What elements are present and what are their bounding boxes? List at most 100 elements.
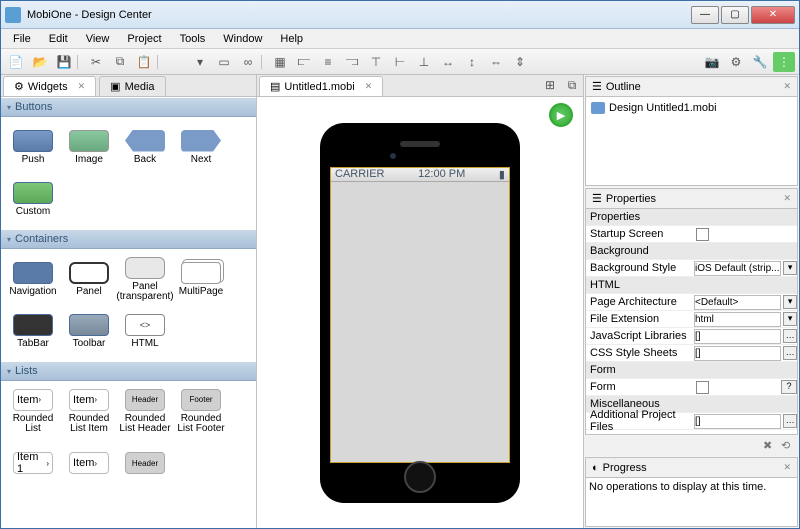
maximize-button[interactable]: ▢ [721, 6, 749, 24]
save-icon[interactable]: 💾 [53, 52, 75, 72]
help-button[interactable]: ? [781, 380, 797, 394]
pagearch-select[interactable] [694, 295, 781, 310]
close-icon[interactable]: ✕ [365, 81, 373, 92]
menu-tools[interactable]: Tools [172, 31, 214, 47]
widget-list-row2[interactable]: Item › [61, 437, 117, 489]
editor-tab[interactable]: ▤ Untitled1.mobi ✕ [259, 76, 383, 96]
menu-help[interactable]: Help [272, 31, 311, 47]
left-panel: ⚙ Widgets ✕ ▣ Media Buttons Push Image B… [1, 75, 257, 528]
menu-view[interactable]: View [78, 31, 118, 47]
close-button[interactable]: ✕ [751, 6, 795, 24]
css-input[interactable] [694, 346, 781, 361]
clear-icon[interactable]: ⟲ [781, 439, 795, 453]
close-icon[interactable]: ✕ [783, 81, 791, 92]
dropdown-icon[interactable]: ▾ [783, 312, 797, 326]
widget-rounded-list-footer[interactable]: FooterRounded List Footer [173, 385, 229, 437]
section-buttons[interactable]: Buttons [1, 97, 256, 117]
gear-icon[interactable]: ⚙ [725, 52, 747, 72]
device-icon[interactable]: ▭ [213, 52, 235, 72]
align-center-icon[interactable]: ≡ [317, 52, 339, 72]
menu-file[interactable]: File [5, 31, 39, 47]
wifi-icon[interactable]: ⋮ [773, 52, 795, 72]
addfiles-input[interactable] [694, 414, 781, 429]
tab-widgets[interactable]: ⚙ Widgets ✕ [3, 76, 96, 96]
close-icon[interactable]: ✕ [783, 193, 791, 204]
widgets-icon: ⚙ [14, 80, 24, 93]
menu-project[interactable]: Project [119, 31, 169, 47]
toolbar: 📄 📂 💾 ✂ ⧉ 📋 ▾ ▭ ∞ ▦ ⫍ ≡ ⫎ ⊤ ⊢ ⊥ ↔ ↕ ⇔ ⇕ … [1, 49, 799, 75]
widget-list-row[interactable]: Item 1 › [5, 437, 61, 489]
widget-rounded-list[interactable]: Item ›Rounded List [5, 385, 61, 437]
fileext-select[interactable] [694, 312, 781, 327]
progress-pane: ◐ Progress ✕ No operations to display at… [585, 457, 798, 527]
align-left-icon[interactable]: ⫍ [293, 52, 315, 72]
open-icon[interactable]: 📂 [29, 52, 51, 72]
tab-more-icon[interactable]: ⧉ [561, 75, 583, 95]
editor-tabs: ▤ Untitled1.mobi ✕ ⊞ ⧉ [257, 75, 583, 97]
align-middle-icon[interactable]: ⊢ [389, 52, 411, 72]
browse-button[interactable]: … [783, 414, 797, 428]
copy-icon[interactable]: ⧉ [109, 52, 131, 72]
widget-next[interactable]: Next [173, 121, 229, 173]
widget-navigation[interactable]: Navigation [5, 253, 61, 305]
widget-panel-transparent[interactable]: Panel (transparent) [117, 253, 173, 305]
carrier-label: CARRIER [335, 168, 385, 180]
wrench-icon[interactable]: 🔧 [749, 52, 771, 72]
widget-rounded-list-item[interactable]: Item ›Rounded List Item [61, 385, 117, 437]
widget-multipage[interactable]: MultiPage [173, 253, 229, 305]
same-height-icon[interactable]: ⇕ [509, 52, 531, 72]
menu-edit[interactable]: Edit [41, 31, 76, 47]
outline-item[interactable]: Design Untitled1.mobi [589, 100, 794, 116]
close-icon[interactable]: ✕ [783, 462, 791, 473]
dropdown-icon[interactable]: ▾ [189, 52, 211, 72]
browse-button[interactable]: … [783, 329, 797, 343]
play-button[interactable]: ▶ [549, 103, 573, 127]
dropdown-icon[interactable]: ▾ [783, 295, 797, 309]
dist-h-icon[interactable]: ↔ [437, 52, 459, 72]
grid-icon[interactable]: ▦ [269, 52, 291, 72]
same-width-icon[interactable]: ⇔ [485, 52, 507, 72]
widget-custom[interactable]: Custom [5, 173, 61, 225]
widget-list-header2[interactable]: Header [117, 437, 173, 489]
section-containers[interactable]: Containers [1, 229, 256, 249]
camera-icon[interactable]: 📷 [701, 52, 723, 72]
bgstyle-select[interactable] [694, 261, 781, 276]
cancel-icon[interactable]: ✖ [763, 439, 777, 453]
startup-checkbox[interactable] [696, 228, 709, 241]
close-icon[interactable]: ✕ [78, 81, 86, 92]
browse-button[interactable]: … [783, 346, 797, 360]
align-top-icon[interactable]: ⊤ [365, 52, 387, 72]
widget-html[interactable]: <>HTML [117, 305, 173, 357]
widget-image[interactable]: Image [61, 121, 117, 173]
prop-css-label: CSS Style Sheets [586, 347, 694, 359]
outline-title: Outline [606, 81, 780, 93]
dropdown-icon[interactable]: ▾ [783, 261, 797, 275]
widget-push[interactable]: Push [5, 121, 61, 173]
widget-toolbar[interactable]: Toolbar [61, 305, 117, 357]
tab-add-icon[interactable]: ⊞ [539, 75, 561, 95]
new-icon[interactable]: 📄 [5, 52, 27, 72]
progress-message: No operations to display at this time. [589, 481, 766, 493]
widgets-scroll[interactable]: Buttons Push Image Back Next Custom Cont… [1, 97, 256, 528]
phone-screen[interactable]: CARRIER 12:00 PM ▮ [330, 167, 510, 463]
widget-tabbar[interactable]: TabBar [5, 305, 61, 357]
properties-pane: ☰ Properties ✕ Properties Startup Screen… [585, 188, 798, 435]
cut-icon[interactable]: ✂ [85, 52, 107, 72]
dist-v-icon[interactable]: ↕ [461, 52, 483, 72]
section-lists[interactable]: Lists [1, 361, 256, 381]
design-canvas[interactable]: ▶ CARRIER 12:00 PM ▮ [257, 97, 583, 528]
widget-panel[interactable]: Panel [61, 253, 117, 305]
widget-back[interactable]: Back [117, 121, 173, 173]
align-right-icon[interactable]: ⫎ [341, 52, 363, 72]
tab-media[interactable]: ▣ Media [99, 76, 165, 96]
apple-icon[interactable] [165, 52, 187, 72]
minimize-button[interactable]: — [691, 6, 719, 24]
menu-window[interactable]: Window [215, 31, 270, 47]
paste-icon[interactable]: 📋 [133, 52, 155, 72]
link-icon[interactable]: ∞ [237, 52, 259, 72]
form-checkbox[interactable] [696, 381, 709, 394]
align-bottom-icon[interactable]: ⊥ [413, 52, 435, 72]
progress-title: Progress [603, 462, 780, 474]
jslibs-input[interactable] [694, 329, 781, 344]
widget-rounded-list-header[interactable]: HeaderRounded List Header [117, 385, 173, 437]
